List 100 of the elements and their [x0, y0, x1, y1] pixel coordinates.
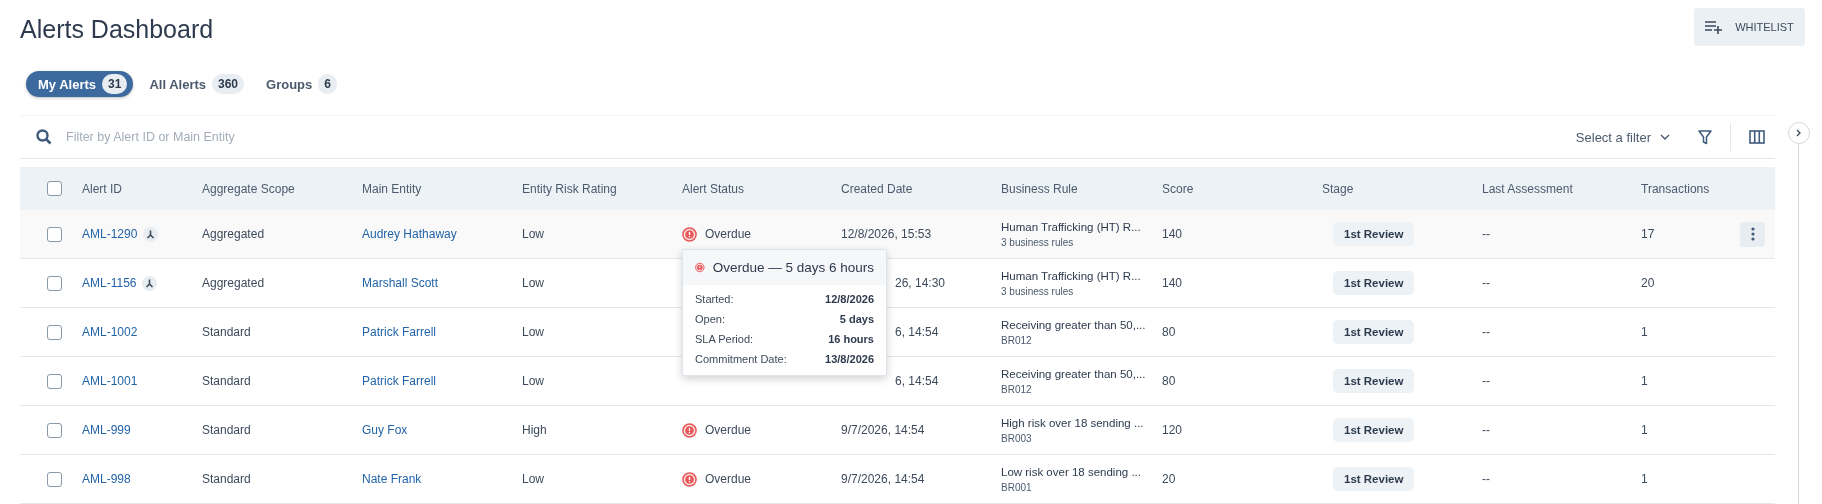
- table-cell: Standard: [202, 472, 251, 486]
- list-plus-icon: [1705, 20, 1724, 34]
- column-header[interactable]: Alert ID: [82, 181, 202, 196]
- checkbox[interactable]: [46, 275, 62, 291]
- alert-icon: [682, 226, 697, 242]
- table-cell: 6, 14:54: [895, 374, 939, 388]
- column-header[interactable]: Score: [1162, 181, 1322, 196]
- columns-icon: [1749, 130, 1765, 144]
- table-cell: 80: [1162, 325, 1176, 339]
- table-cell: --: [1482, 472, 1490, 486]
- table-cell: Low: [522, 227, 544, 241]
- status-text: Overdue: [705, 227, 752, 241]
- table-cell: --: [1482, 227, 1490, 241]
- tab[interactable]: All Alerts 360: [141, 71, 251, 97]
- filter-icon: [1698, 129, 1712, 145]
- table-cell: Aggregated: [202, 227, 265, 241]
- entity-link[interactable]: Nate Frank: [362, 472, 422, 486]
- alert-id-link[interactable]: AML-1001: [82, 374, 138, 388]
- count-badge: 31: [102, 74, 128, 94]
- stage-badge: 1st Review: [1333, 369, 1415, 393]
- entity-link[interactable]: Audrey Hathaway: [362, 227, 457, 241]
- alert-id-link[interactable]: AML-1290: [82, 227, 138, 241]
- table-cell: Low: [522, 374, 544, 388]
- whitelist-button[interactable]: WHITELIST: [1694, 8, 1805, 46]
- table-cell: 9/7/2026, 14:54: [841, 472, 925, 486]
- table-cell: 1: [1641, 374, 1648, 388]
- business-rule-subtext: BR003: [1001, 432, 1032, 444]
- stage-badge: 1st Review: [1333, 222, 1415, 246]
- tooltip-label: Open:: [695, 312, 725, 325]
- checkbox[interactable]: [46, 226, 62, 242]
- checkbox[interactable]: [46, 181, 62, 196]
- checkbox[interactable]: [46, 324, 62, 340]
- stage-badge: 1st Review: [1333, 418, 1415, 442]
- page-title: Alerts Dashboard: [20, 15, 214, 44]
- table-cell: 20: [1162, 472, 1176, 486]
- filter-dropdown[interactable]: Select a filter: [1569, 128, 1676, 146]
- business-rule-subtext: BR001: [1001, 481, 1032, 493]
- entity-link[interactable]: Patrick Farrell: [362, 325, 436, 339]
- table-cell: Aggregated: [202, 276, 265, 290]
- business-rule-text: Receiving greater than 50,...: [1001, 318, 1146, 331]
- table-cell: Low: [522, 472, 544, 486]
- table-cell: Low: [522, 276, 544, 290]
- entity-link[interactable]: Marshall Scott: [362, 276, 439, 290]
- chevron-right-icon: [1796, 129, 1801, 137]
- entity-link[interactable]: Guy Fox: [362, 423, 408, 437]
- count-badge: 6: [318, 74, 337, 94]
- column-header[interactable]: Stage: [1322, 181, 1482, 196]
- business-rule-subtext: BR012: [1001, 383, 1032, 395]
- checkbox[interactable]: [46, 373, 62, 389]
- checkbox[interactable]: [46, 422, 62, 438]
- status-text: Overdue: [705, 423, 752, 437]
- stage-badge: 1st Review: [1333, 467, 1415, 491]
- checkbox[interactable]: [46, 471, 62, 487]
- more-button[interactable]: [1740, 221, 1765, 247]
- table-cell: 1: [1641, 423, 1648, 437]
- tooltip-value: 16 hours: [828, 332, 874, 345]
- table-cell: 80: [1162, 374, 1176, 388]
- table-cell: 6, 14:54: [895, 325, 939, 339]
- column-header[interactable]: Last Assessment: [1482, 181, 1641, 196]
- column-header[interactable]: Transactions: [1641, 181, 1740, 196]
- table-cell: 1: [1641, 325, 1648, 339]
- business-rule-text: Receiving greater than 50,...: [1001, 367, 1146, 380]
- column-header[interactable]: Created Date: [841, 181, 1001, 196]
- alert-id-link[interactable]: AML-999: [82, 423, 131, 437]
- table-cell: 20: [1641, 276, 1655, 290]
- entity-link[interactable]: Patrick Farrell: [362, 374, 436, 388]
- table-cell: Standard: [202, 374, 251, 388]
- tooltip-value: 5 days: [839, 312, 874, 325]
- tab[interactable]: Groups 6: [258, 71, 343, 97]
- table-cell: --: [1482, 374, 1490, 388]
- expand-button[interactable]: [1787, 122, 1810, 144]
- table-cell: Standard: [202, 325, 251, 339]
- tooltip-title: Overdue — 5 days 6 hours: [712, 259, 874, 275]
- column-header[interactable]: Entity Risk Rating: [522, 181, 682, 196]
- tab[interactable]: My Alerts 31: [26, 71, 134, 97]
- table-cell: High: [522, 423, 547, 437]
- business-rule-subtext: 3 business rules: [1001, 285, 1074, 297]
- business-rule-text: Low risk over 18 sending ...: [1001, 465, 1141, 478]
- alert-id-link[interactable]: AML-1156: [82, 276, 137, 290]
- business-rule-subtext: BR012: [1001, 334, 1032, 346]
- table-cell: --: [1482, 276, 1490, 290]
- alert-id-link[interactable]: AML-998: [82, 472, 131, 486]
- table-cell: 120: [1162, 423, 1183, 437]
- tooltip-label: Commitment Date:: [695, 352, 787, 365]
- table-cell: --: [1482, 423, 1490, 437]
- more-icon: [1750, 227, 1755, 241]
- table-cell: --: [1482, 325, 1490, 339]
- table-cell: 26, 14:30: [895, 276, 946, 290]
- tooltip-label: SLA Period:: [695, 332, 754, 345]
- column-header[interactable]: Main Entity: [362, 181, 522, 196]
- table-cell: Low: [522, 325, 544, 339]
- alert-id-link[interactable]: AML-1002: [82, 325, 138, 339]
- status-text: Overdue: [705, 472, 752, 486]
- table-cell: 17: [1641, 227, 1655, 241]
- column-header[interactable]: Business Rule: [1001, 181, 1162, 196]
- search-icon: [36, 129, 52, 145]
- business-rule-text: Human Trafficking (HT) R...: [1001, 269, 1141, 282]
- column-header[interactable]: Aggregate Scope: [202, 181, 362, 196]
- column-header[interactable]: Alert Status: [682, 181, 841, 196]
- table-cell: Standard: [202, 423, 251, 437]
